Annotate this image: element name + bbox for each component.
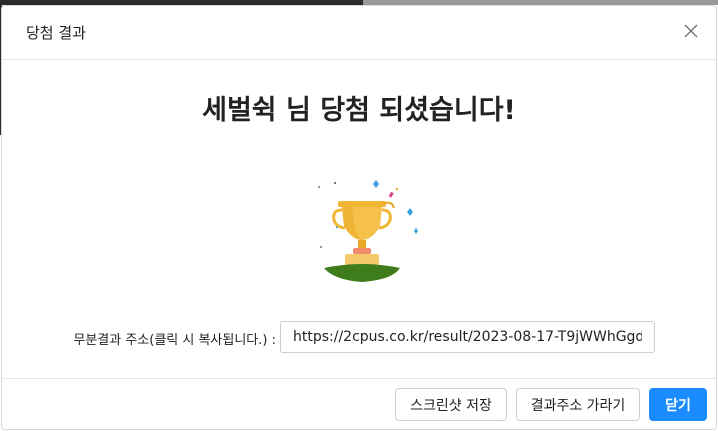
save-screenshot-button[interactable]: 스크린샷 저장 [395,388,507,421]
go-to-result-button[interactable]: 결과주소 가라기 [516,388,640,421]
result-link-row: 무분결과 주소(클릭 시 복사됩니다.) : [2,321,716,353]
modal-title: 당첨 결과 [26,24,86,42]
close-button[interactable]: 닫기 [649,388,707,421]
close-icon[interactable] [680,20,702,42]
modal-footer: 스크린샷 저장 결과주소 가라기 닫기 [2,378,716,431]
result-modal: 당첨 결과 세벌쉭 님 당첨 되셨습니다! 무분결과 주소(클릭 시 복사됩니다… [1,5,717,430]
result-link-input[interactable] [280,321,655,353]
trophy-icon [312,174,422,284]
winner-headline: 세벌쉭 님 당첨 되셨습니다! [202,95,516,126]
modal-header: 당첨 결과 [2,6,716,60]
result-link-label: 무분결과 주소(클릭 시 복사됩니다.) : [73,333,276,348]
